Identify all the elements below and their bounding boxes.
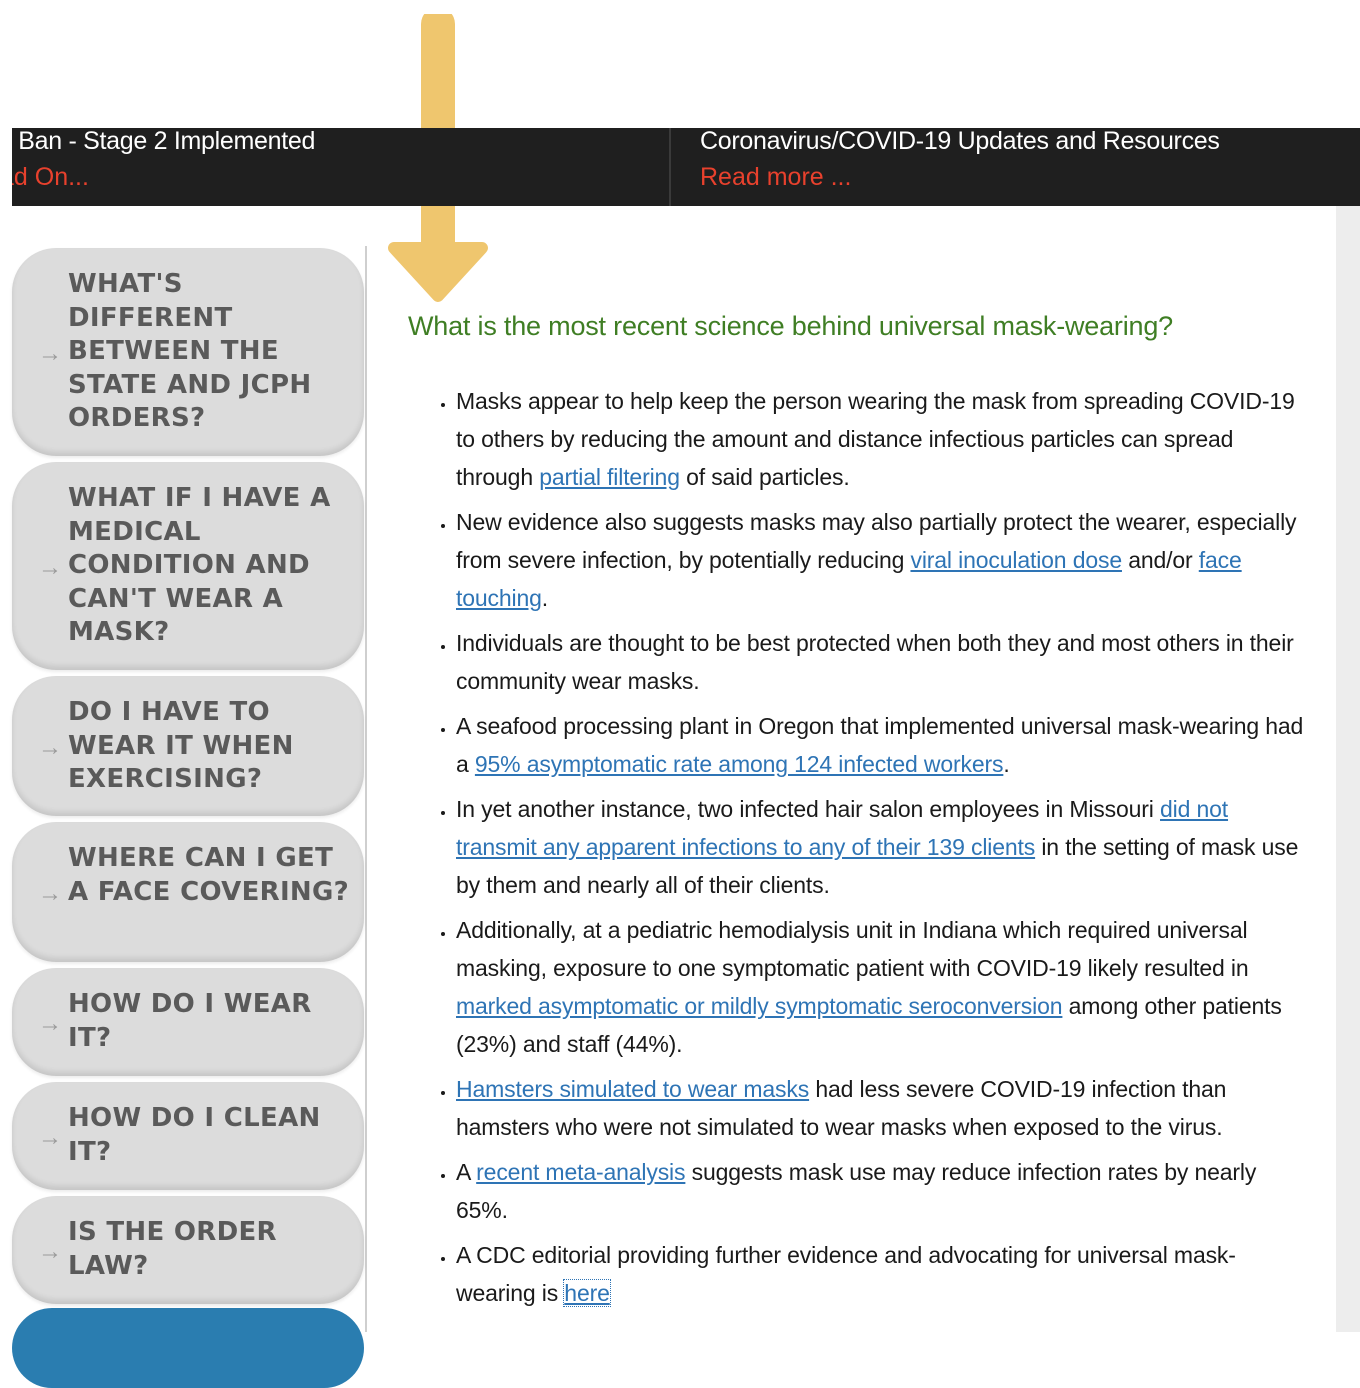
link-asymptomatic-rate[interactable]: 95% asymptomatic rate among 124 infected… xyxy=(475,751,1004,777)
link-hamsters-masks[interactable]: Hamsters simulated to wear masks xyxy=(456,1076,809,1102)
faq-item-exercising[interactable]: → DO I HAVE TO WEAR IT WHEN EXERCISING? xyxy=(12,676,364,816)
arrow-right-icon: → xyxy=(38,734,62,761)
ticker-item-covid-updates[interactable]: Coronavirus/COVID-19 Updates and Resourc… xyxy=(700,128,1360,206)
faq-item-how-to-wear[interactable]: → HOW DO I WEAR IT? xyxy=(12,968,364,1076)
bullet-item: A recent meta-analysis suggests mask use… xyxy=(456,1153,1306,1229)
link-viral-inoculation-dose[interactable]: viral inoculation dose xyxy=(910,547,1122,573)
bullet-item: Hamsters simulated to wear masks had les… xyxy=(456,1070,1306,1146)
faq-item-label: HOW DO I CLEAN IT? xyxy=(68,1103,321,1167)
faq-item-how-to-clean[interactable]: → HOW DO I CLEAN IT? xyxy=(12,1082,364,1190)
bullet-text: . xyxy=(541,585,549,611)
link-meta-analysis[interactable]: recent meta-analysis xyxy=(476,1159,685,1185)
sidebar-divider xyxy=(365,246,367,1332)
bullet-item: In yet another instance, two infected ha… xyxy=(456,790,1306,904)
arrow-right-icon: → xyxy=(38,340,62,367)
faq-item-get-face-covering[interactable]: → WHERE CAN I GET A FACE COVERING? xyxy=(12,822,364,962)
arrow-right-icon: → xyxy=(38,554,62,581)
arrow-right-icon: → xyxy=(38,1238,62,1265)
faq-item-label: WHERE CAN I GET A FACE COVERING? xyxy=(68,843,350,907)
faq-item-label: IS THE ORDER LAW? xyxy=(68,1217,277,1281)
bullet-text: Additionally, at a pediatric hemodialysi… xyxy=(456,917,1249,981)
bullet-text: Individuals are thought to be best prote… xyxy=(456,630,1294,694)
faq-item-active[interactable] xyxy=(12,1308,364,1388)
ticker-title[interactable]: Coronavirus/COVID-19 Updates and Resourc… xyxy=(700,128,1220,154)
faq-item-label: DO I HAVE TO WEAR IT WHEN EXERCISING? xyxy=(68,697,294,794)
bullet-item: A CDC editorial providing further eviden… xyxy=(456,1236,1306,1312)
ticker-title[interactable]: e Ban - Stage 2 Implemented xyxy=(12,128,315,154)
bullet-text: A xyxy=(456,1159,477,1185)
bullet-item: Additionally, at a pediatric hemodialysi… xyxy=(456,911,1306,1063)
link-seroconversion[interactable]: marked asymptomatic or mildly symptomati… xyxy=(456,993,1063,1019)
bullet-item: Individuals are thought to be best prote… xyxy=(456,624,1306,700)
bullet-text: In yet another instance, two infected ha… xyxy=(456,796,1161,822)
ticker-read-more-link[interactable]: ad On... xyxy=(12,164,89,190)
ticker-read-more-link[interactable]: Read more ... xyxy=(700,164,851,190)
ticker-divider xyxy=(669,128,671,206)
arrow-right-icon: → xyxy=(38,880,62,907)
arrow-right-icon: → xyxy=(38,1124,62,1151)
bullet-text: . xyxy=(1003,751,1010,777)
bullet-item: New evidence also suggests masks may als… xyxy=(456,503,1306,617)
link-partial-filtering[interactable]: partial filtering xyxy=(539,464,680,490)
news-ticker: e Ban - Stage 2 Implemented ad On... Cor… xyxy=(12,128,1360,206)
main-content: What is the most recent science behind u… xyxy=(368,206,1336,1332)
faq-item-label: WHAT IF I HAVE A MEDICAL CONDITION AND C… xyxy=(68,483,331,647)
faq-item-order-law[interactable]: → IS THE ORDER LAW? xyxy=(12,1196,364,1304)
link-cdc-editorial-here[interactable]: here xyxy=(563,1279,611,1307)
arrow-right-icon: → xyxy=(38,1010,62,1037)
faq-item-medical-condition[interactable]: → WHAT IF I HAVE A MEDICAL CONDITION AND… xyxy=(12,462,364,670)
faq-item-state-vs-jcph[interactable]: → WHAT'S DIFFERENT BETWEEN THE STATE AND… xyxy=(12,248,364,456)
bullet-item: A seafood processing plant in Oregon tha… xyxy=(456,707,1306,783)
bullet-text: of said particles. xyxy=(679,464,850,490)
page-scrollbar[interactable] xyxy=(1336,206,1360,1332)
ticker-item-fire-ban[interactable]: e Ban - Stage 2 Implemented ad On... xyxy=(12,128,670,206)
section-question-heading: What is the most recent science behind u… xyxy=(408,311,1173,341)
bullet-item: Masks appear to help keep the person wea… xyxy=(456,382,1306,496)
science-bullet-list: Masks appear to help keep the person wea… xyxy=(408,382,1306,1319)
faq-item-label: HOW DO I WEAR IT? xyxy=(68,989,312,1053)
bullet-text: and/or xyxy=(1121,547,1199,573)
faq-item-label: WHAT'S DIFFERENT BETWEEN THE STATE AND J… xyxy=(68,269,312,433)
